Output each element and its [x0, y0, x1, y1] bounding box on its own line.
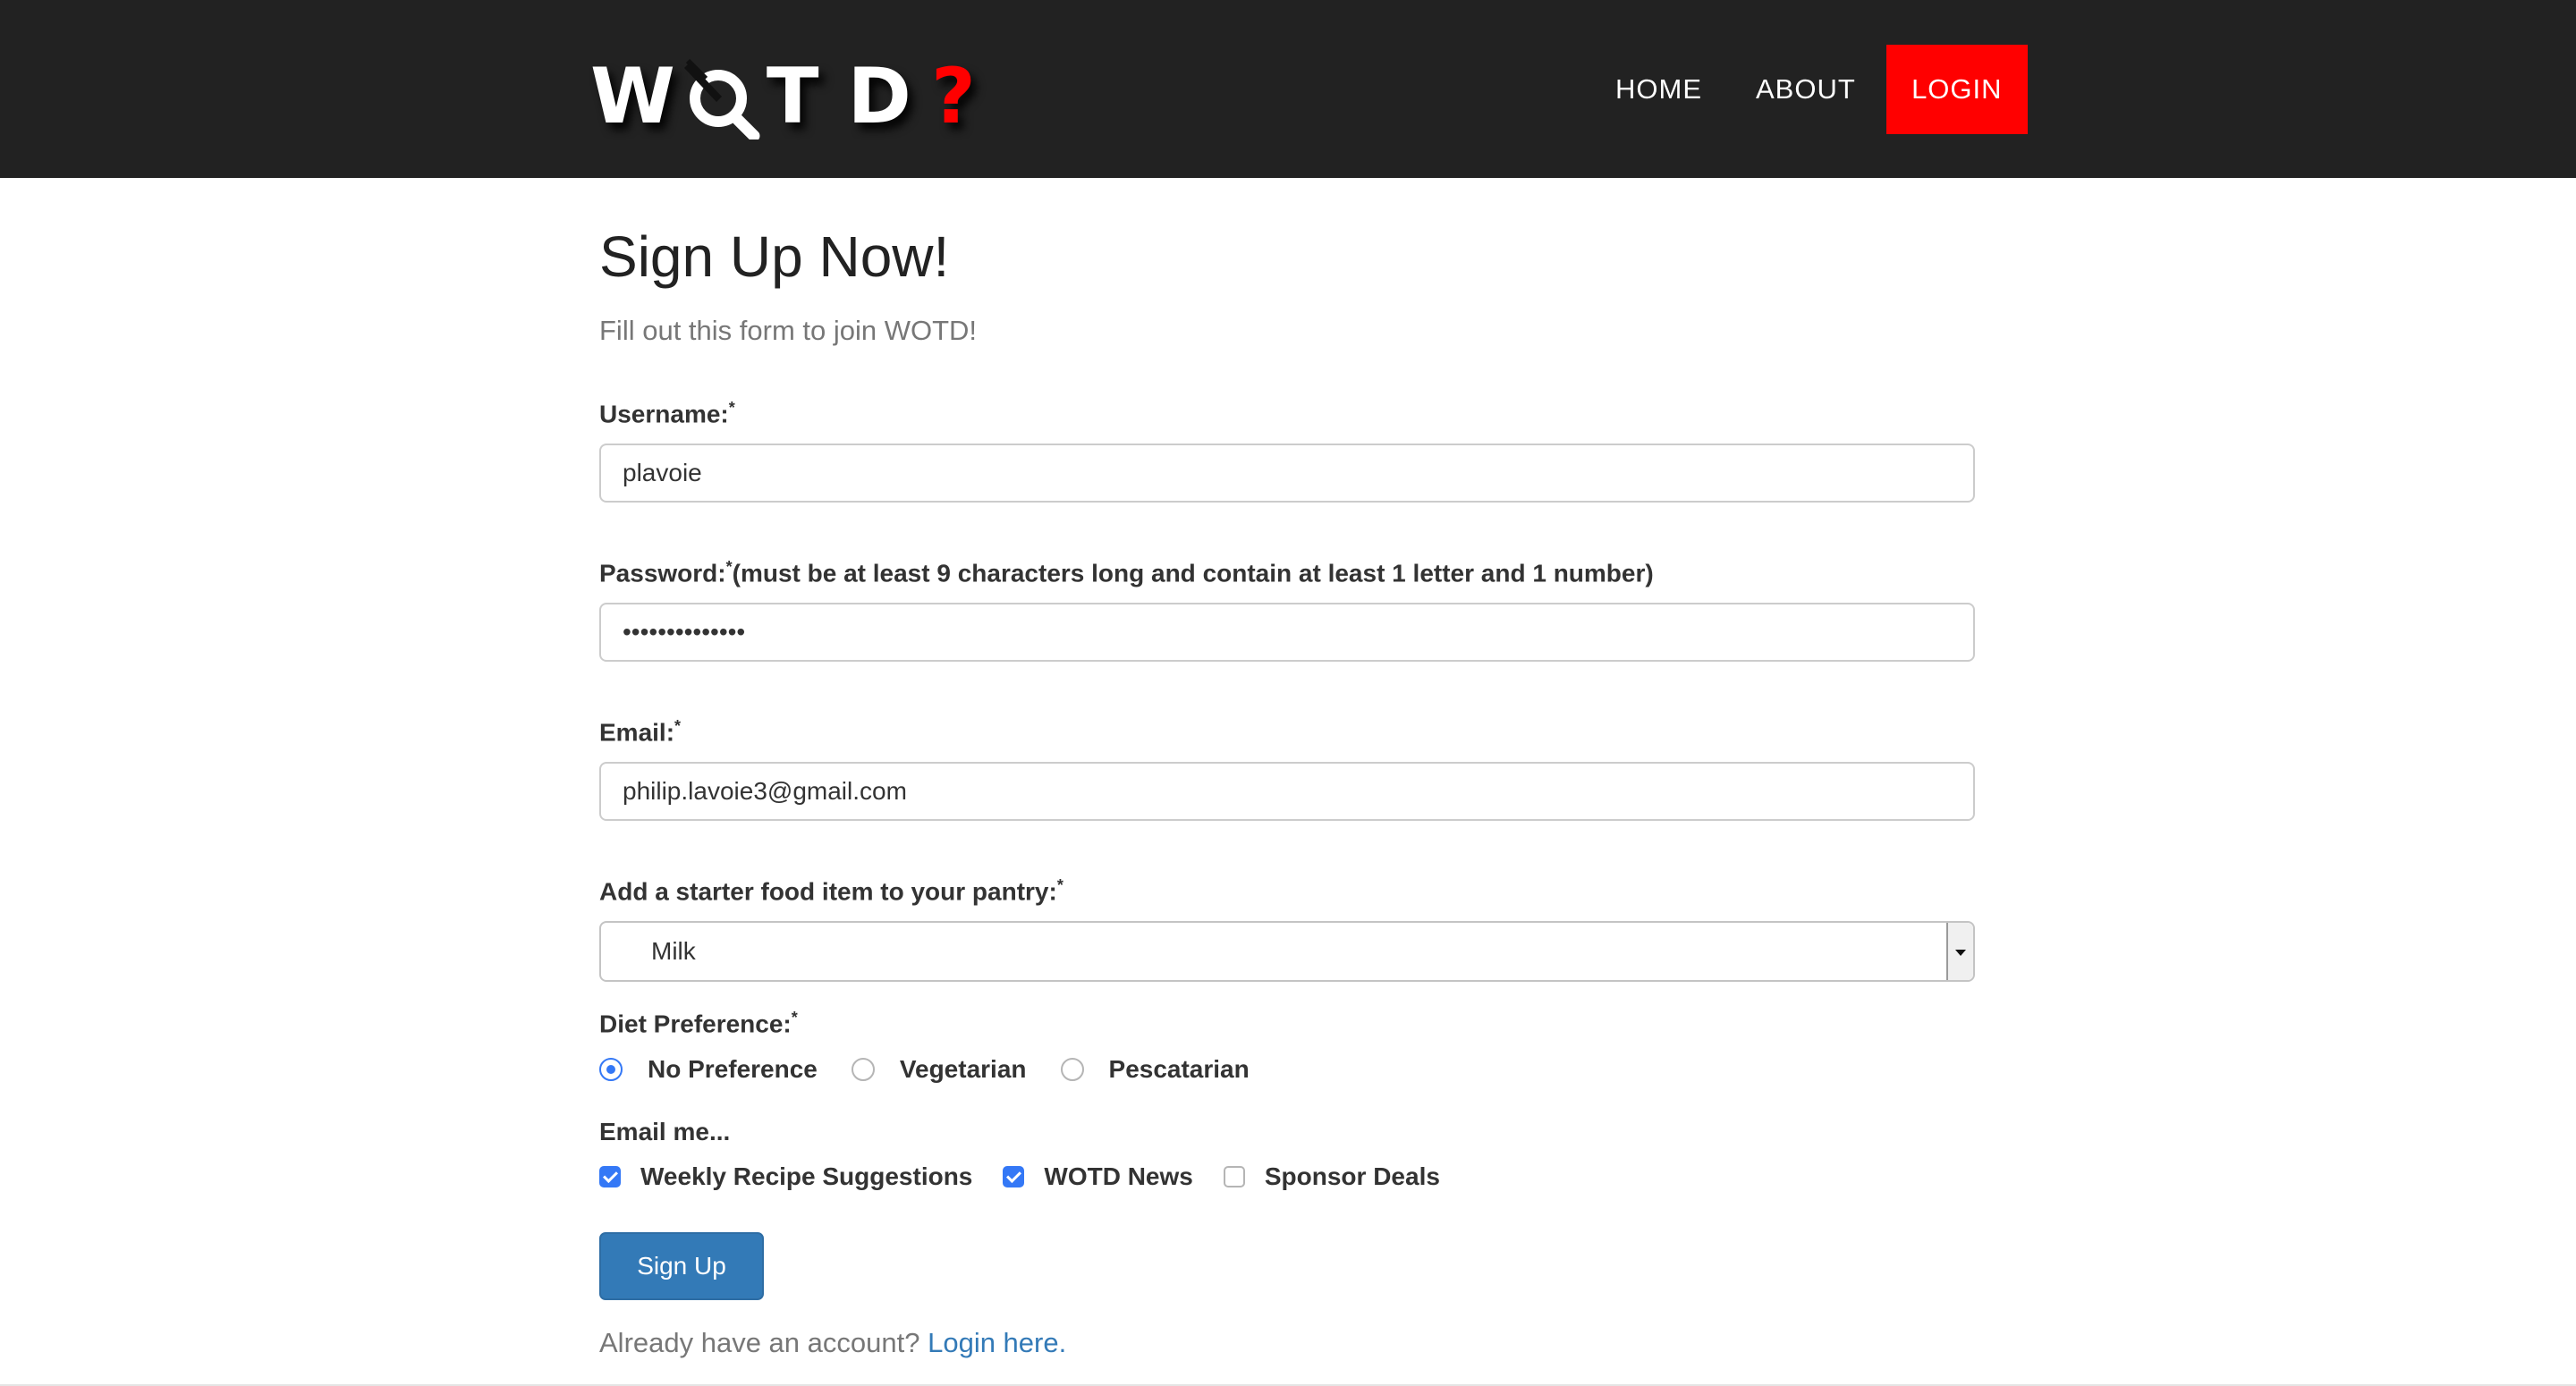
required-marker: *	[791, 1009, 798, 1027]
pantry-label-text: Add a starter food item to your pantry:	[599, 877, 1057, 906]
email-label: Email:*	[599, 717, 681, 747]
username-label-text: Username:	[599, 400, 729, 428]
navbar: W T D ? HOME ABOUT LOGIN	[0, 0, 2576, 178]
logo-letter-d: D	[847, 52, 917, 141]
magnifier-fork-icon	[681, 54, 767, 142]
password-label-text: Password:	[599, 559, 726, 587]
radio-no-preference[interactable]	[599, 1058, 623, 1081]
checkbox-weekly-recipes[interactable]	[599, 1166, 621, 1187]
page-title: Sign Up Now!	[599, 224, 950, 289]
nav-about-link[interactable]: ABOUT	[1729, 45, 1883, 134]
signup-submit-button[interactable]: Sign Up	[599, 1232, 764, 1300]
username-input[interactable]	[599, 444, 1975, 503]
email-label-text: Email:	[599, 718, 675, 747]
checkbox-sponsor-deals[interactable]	[1223, 1166, 1245, 1187]
password-label: Password:*(must be at least 9 characters…	[599, 558, 1654, 587]
logo-question-mark: ?	[930, 52, 981, 141]
site-logo[interactable]: W T D ?	[590, 52, 976, 142]
email-input[interactable]	[599, 762, 1975, 821]
emailme-checkbox-group: Weekly Recipe Suggestions WOTD News Spon…	[599, 1161, 1440, 1193]
diet-label-text: Diet Preference:	[599, 1010, 792, 1038]
logo-wordmark: W T D ?	[590, 52, 981, 142]
required-marker: *	[674, 717, 682, 735]
checkbox-sponsor-deals-label[interactable]: Sponsor Deals	[1265, 1162, 1440, 1191]
radio-no-preference-label[interactable]: No Preference	[648, 1055, 818, 1084]
radio-vegetarian[interactable]	[851, 1058, 875, 1081]
login-here-link[interactable]: Login here.	[928, 1327, 1066, 1358]
emailme-label: Email me...	[599, 1118, 731, 1145]
nav-home-link[interactable]: HOME	[1589, 45, 1729, 134]
diet-radio-group: No Preference Vegetarian Pescatarian	[599, 1053, 1250, 1086]
page-subtitle: Fill out this form to join WOTD!	[599, 315, 978, 346]
radio-vegetarian-label[interactable]: Vegetarian	[900, 1055, 1027, 1084]
diet-label: Diet Preference:*	[599, 1009, 798, 1038]
username-label: Username:*	[599, 399, 735, 428]
required-marker: *	[725, 558, 733, 576]
login-prompt-text: Already have an account?	[599, 1327, 928, 1358]
required-marker: *	[728, 399, 735, 417]
password-hint: (must be at least 9 characters long and …	[732, 559, 1654, 587]
checkbox-weekly-recipes-label[interactable]: Weekly Recipe Suggestions	[640, 1162, 972, 1191]
checkbox-wotd-news-label[interactable]: WOTD News	[1044, 1162, 1192, 1191]
radio-pescatarian-label[interactable]: Pescatarian	[1109, 1055, 1250, 1084]
login-prompt: Already have an account? Login here.	[599, 1327, 1066, 1359]
logo-letter-t: T	[766, 52, 825, 141]
logo-letter-w: W	[590, 52, 681, 141]
pantry-label: Add a starter food item to your pantry:*	[599, 876, 1063, 906]
checkbox-wotd-news[interactable]	[1003, 1166, 1025, 1187]
pantry-select[interactable]: Milk	[599, 921, 1975, 982]
pantry-select-value: Milk	[651, 937, 696, 965]
password-input[interactable]	[599, 603, 1975, 662]
nav-links: HOME ABOUT LOGIN	[1589, 45, 2028, 134]
radio-pescatarian[interactable]	[1060, 1058, 1084, 1081]
required-marker: *	[1056, 876, 1063, 894]
nav-login-link[interactable]: LOGIN	[1885, 45, 2028, 134]
chevron-down-icon[interactable]	[1946, 923, 1973, 980]
